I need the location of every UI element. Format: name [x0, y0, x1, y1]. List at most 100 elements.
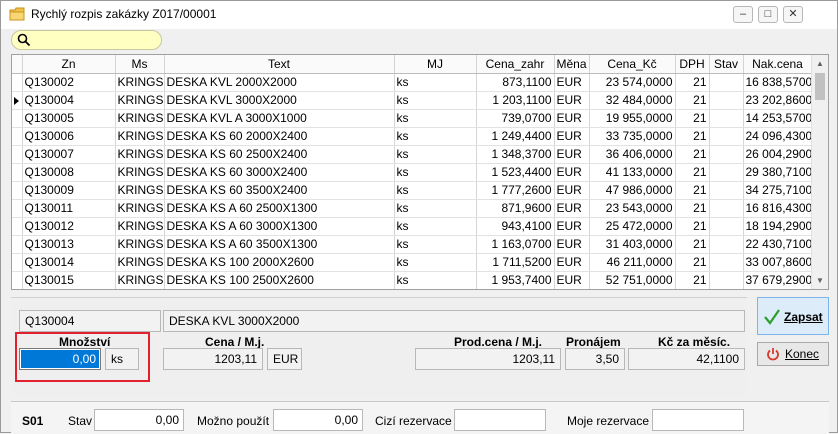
cell-cena-kc[interactable]: 41 133,0000	[589, 163, 676, 182]
cell-text[interactable]: DESKA KS A 60 3500X1300	[164, 235, 395, 254]
cell-zn[interactable]: Q130005	[22, 109, 116, 128]
cell-stav[interactable]	[709, 253, 744, 272]
cell-mj[interactable]: ks	[394, 181, 477, 200]
cell-cena-kc[interactable]: 36 406,0000	[589, 145, 676, 164]
table-row[interactable]: Q130008 KRINGS DESKA KS 60 3000X2400 ks 1 52…	[12, 163, 813, 182]
cell-mj[interactable]: ks	[394, 91, 477, 110]
cell-text[interactable]: DESKA KS 60 2500X2400	[164, 145, 395, 164]
cell-mj[interactable]: ks	[394, 271, 477, 289]
cell-text[interactable]: DESKA KS A 60 2500X1300	[164, 199, 395, 218]
cell-cena-zahr[interactable]: 1 163,0700	[476, 235, 555, 254]
cell-nak-cena[interactable]: 33 007,8600	[743, 253, 813, 272]
cell-stav[interactable]	[709, 271, 744, 289]
cell-cena-zahr[interactable]: 1 711,5200	[476, 253, 555, 272]
cell-mj[interactable]: ks	[394, 109, 477, 128]
cell-zn[interactable]: Q130007	[22, 145, 116, 164]
cell-text[interactable]: DESKA KS 100 2500X2600	[164, 271, 395, 289]
cell-nak-cena[interactable]: 16 838,5700	[743, 73, 813, 92]
cell-mj[interactable]: ks	[394, 217, 477, 236]
cell-cena-zahr[interactable]: 1 249,4400	[476, 127, 555, 146]
cell-nak-cena[interactable]: 29 380,7100	[743, 163, 813, 182]
cell-ms[interactable]: KRINGS	[115, 109, 165, 128]
cell-cena-zahr[interactable]: 1 348,3700	[476, 145, 555, 164]
table-row[interactable]: Q130005 KRINGS DESKA KVL A 3000X1000 ks 739,…	[12, 109, 813, 128]
cell-text[interactable]: DESKA KS 60 3500X2400	[164, 181, 395, 200]
table-row[interactable]: Q130012 KRINGS DESKA KS A 60 3000X1300 ks 94…	[12, 217, 813, 236]
cell-cena-kc[interactable]: 52 751,0000	[589, 271, 676, 289]
cell-cena-kc[interactable]: 31 403,0000	[589, 235, 676, 254]
scroll-thumb[interactable]	[815, 73, 825, 100]
search-input[interactable]	[11, 30, 162, 50]
cell-dph[interactable]: 21	[675, 145, 710, 164]
cell-ms[interactable]: KRINGS	[115, 199, 165, 218]
cell-cena-zahr[interactable]: 1 203,1100	[476, 91, 555, 110]
cell-dph[interactable]: 21	[675, 163, 710, 182]
column-header-mena[interactable]: Měna	[554, 55, 590, 74]
cell-cena-kc[interactable]: 47 986,0000	[589, 181, 676, 200]
cell-ms[interactable]: KRINGS	[115, 91, 165, 110]
cell-mena[interactable]: EUR	[554, 235, 590, 254]
close-button[interactable]: ✕	[783, 6, 803, 23]
zapsat-button[interactable]: Zapsat	[757, 297, 829, 335]
cell-dph[interactable]: 21	[675, 199, 710, 218]
table-row[interactable]: Q130011 KRINGS DESKA KS A 60 2500X1300 ks 87…	[12, 199, 813, 218]
cell-cena-zahr[interactable]: 943,4100	[476, 217, 555, 236]
cell-cena-kc[interactable]: 32 484,0000	[589, 91, 676, 110]
cell-nak-cena[interactable]: 34 275,7100	[743, 181, 813, 200]
cell-nak-cena[interactable]: 23 202,8600	[743, 91, 813, 110]
cell-mena[interactable]: EUR	[554, 91, 590, 110]
table-row[interactable]: Q130014 KRINGS DESKA KS 100 2000X2600 ks 1 7…	[12, 253, 813, 272]
cell-cena-zahr[interactable]: 1 523,4400	[476, 163, 555, 182]
cell-text[interactable]: DESKA KVL A 3000X1000	[164, 109, 395, 128]
table-row[interactable]: Q130004 KRINGS DESKA KVL 3000X2000 ks 1 203,…	[12, 91, 813, 110]
cell-zn[interactable]: Q130009	[22, 181, 116, 200]
column-header-stav[interactable]: Stav	[709, 55, 744, 74]
cell-text[interactable]: DESKA KVL 2000X2000	[164, 73, 395, 92]
cell-stav[interactable]	[709, 145, 744, 164]
column-header-text[interactable]: Text	[164, 55, 395, 74]
cell-mj[interactable]: ks	[394, 127, 477, 146]
cell-cena-zahr[interactable]: 871,9600	[476, 199, 555, 218]
items-grid[interactable]: Zn Ms Text MJ Cena_zahr Měna Cena_Kč DPH…	[11, 54, 829, 290]
table-row[interactable]: Q130015 KRINGS DESKA KS 100 2500X2600 ks 1 9…	[12, 271, 813, 289]
column-header-dph[interactable]: DPH	[675, 55, 710, 74]
cell-mj[interactable]: ks	[394, 235, 477, 254]
cell-zn[interactable]: Q130004	[22, 91, 116, 110]
cell-text[interactable]: DESKA KS 60 3000X2400	[164, 163, 395, 182]
cell-ms[interactable]: KRINGS	[115, 271, 165, 289]
cell-mena[interactable]: EUR	[554, 271, 590, 289]
cell-mena[interactable]: EUR	[554, 127, 590, 146]
cell-stav[interactable]	[709, 109, 744, 128]
grid-scrollbar[interactable]: ▲ ▼	[811, 55, 828, 289]
cell-cena-kc[interactable]: 33 735,0000	[589, 127, 676, 146]
cell-cena-zahr[interactable]: 873,1100	[476, 73, 555, 92]
cell-dph[interactable]: 21	[675, 109, 710, 128]
konec-button[interactable]: Konec	[757, 342, 829, 366]
scroll-up-icon[interactable]: ▲	[812, 55, 828, 72]
column-header-cena-zahr[interactable]: Cena_zahr	[476, 55, 555, 74]
cell-ms[interactable]: KRINGS	[115, 235, 165, 254]
column-header-nak-cena[interactable]: Nak.cena	[743, 55, 813, 74]
cell-zn[interactable]: Q130011	[22, 199, 116, 218]
cell-stav[interactable]	[709, 91, 744, 110]
cell-mena[interactable]: EUR	[554, 73, 590, 92]
cell-text[interactable]: DESKA KS A 60 3000X1300	[164, 217, 395, 236]
table-row[interactable]: Q130007 KRINGS DESKA KS 60 2500X2400 ks 1 34…	[12, 145, 813, 164]
cell-nak-cena[interactable]: 22 430,7100	[743, 235, 813, 254]
maximize-button[interactable]: □	[758, 6, 778, 23]
cell-mj[interactable]: ks	[394, 199, 477, 218]
cell-stav[interactable]	[709, 73, 744, 92]
cell-mena[interactable]: EUR	[554, 217, 590, 236]
cell-nak-cena[interactable]: 14 253,5700	[743, 109, 813, 128]
cell-stav[interactable]	[709, 127, 744, 146]
cell-mena[interactable]: EUR	[554, 181, 590, 200]
cell-mena[interactable]: EUR	[554, 199, 590, 218]
cell-ms[interactable]: KRINGS	[115, 145, 165, 164]
table-row[interactable]: Q130002 KRINGS DESKA KVL 2000X2000 ks 873,11…	[12, 73, 813, 92]
cell-nak-cena[interactable]: 16 816,4300	[743, 199, 813, 218]
cell-dph[interactable]: 21	[675, 127, 710, 146]
cell-zn[interactable]: Q130013	[22, 235, 116, 254]
cell-dph[interactable]: 21	[675, 73, 710, 92]
cell-ms[interactable]: KRINGS	[115, 163, 165, 182]
cell-dph[interactable]: 21	[675, 271, 710, 289]
